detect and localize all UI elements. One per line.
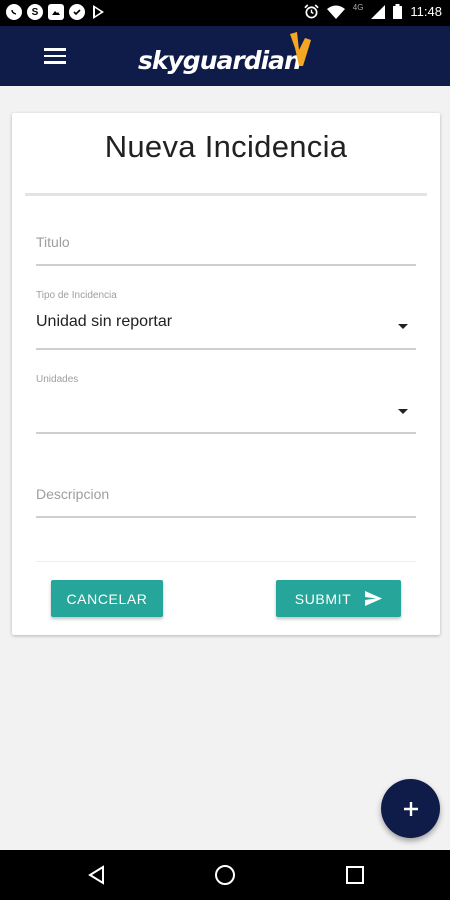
descripcion-field[interactable]: Descripcion: [36, 476, 416, 518]
menu-icon[interactable]: [44, 48, 66, 64]
app-logo: skyguardian: [138, 46, 302, 75]
tipo-incidencia-select[interactable]: Tipo de Incidencia Unidad sin reportar: [36, 290, 416, 350]
new-incident-card: Nueva Incidencia Titulo Tipo de Incidenc…: [12, 113, 440, 635]
skype-icon: S: [27, 4, 43, 20]
battery-icon: [393, 4, 403, 19]
cancel-button-label: CANCELAR: [66, 590, 148, 607]
notification-icons: S: [6, 4, 106, 20]
app-bar: skyguardian: [0, 26, 450, 86]
logo-mark-icon: [290, 32, 311, 66]
unidades-underline: [36, 432, 416, 434]
play-store-icon: [90, 4, 106, 20]
system-nav-bar: [0, 850, 450, 900]
tipo-incidencia-value: Unidad sin reportar: [36, 313, 173, 330]
back-icon[interactable]: [84, 862, 110, 888]
titulo-field[interactable]: Titulo: [36, 225, 416, 266]
plus-icon: [403, 801, 418, 816]
submit-button-label: SUBMIT: [294, 590, 352, 607]
titulo-placeholder: Titulo: [36, 234, 70, 250]
unidades-label: Unidades: [36, 374, 79, 385]
recents-icon[interactable]: [342, 862, 368, 888]
tipo-incidencia-underline: [36, 348, 416, 350]
titulo-underline: [36, 264, 416, 266]
chevron-down-icon: [398, 409, 408, 414]
home-icon[interactable]: [212, 862, 238, 888]
descripcion-underline: [36, 516, 416, 518]
page-title: Nueva Incidencia: [104, 129, 348, 164]
send-icon: [365, 591, 383, 606]
actions-divider: [36, 561, 416, 562]
tipo-incidencia-label: Tipo de Incidencia: [36, 290, 117, 301]
add-fab-button[interactable]: [381, 779, 440, 838]
network-type-label: 4G: [352, 3, 364, 12]
status-bar: S 4G 11:48: [0, 0, 450, 26]
submit-button[interactable]: SUBMIT: [276, 580, 401, 617]
image-icon: [48, 4, 64, 20]
chevron-down-icon: [398, 324, 408, 329]
whatsapp-icon: [6, 4, 22, 20]
descripcion-placeholder: Descripcion: [36, 486, 110, 502]
unidades-select[interactable]: Unidades: [36, 374, 416, 434]
status-time: 11:48: [410, 4, 442, 19]
title-divider: [25, 193, 427, 196]
wifi-icon: [326, 5, 345, 19]
signal-icon: [371, 4, 386, 19]
system-icons: 4G 11:48: [304, 3, 442, 19]
alarm-icon: [304, 4, 319, 19]
cancel-button[interactable]: CANCELAR: [51, 580, 163, 617]
check-circle-icon: [69, 4, 85, 20]
